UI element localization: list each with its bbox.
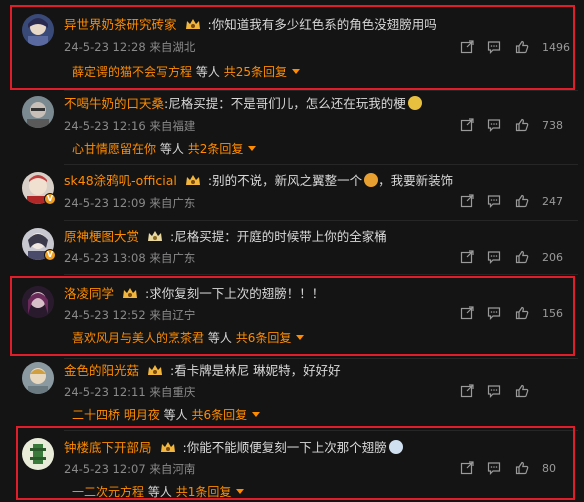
emoji-icon	[407, 96, 422, 110]
comment-meta: 24-5-23 12:11 来自重庆	[64, 385, 195, 399]
share-icon[interactable]	[460, 250, 474, 264]
level-crown-icon	[148, 231, 162, 241]
comment-line: 原神梗图大赏 :尼格买提：开庭的时候带上你的全家桶	[64, 229, 387, 245]
comment-line: 不喝牛奶的口天桑:尼格买提：不是哥们儿，怎么还在玩我的梗	[64, 96, 422, 112]
comment-text-tail: ，我要新装饰	[378, 173, 454, 188]
comment-location: 来自广东	[149, 251, 196, 265]
username[interactable]: 原神梗图大赏	[64, 229, 139, 244]
comment-actions	[460, 384, 570, 400]
comment-icon[interactable]	[487, 194, 501, 208]
like-icon[interactable]	[515, 118, 529, 132]
username[interactable]: 金色的阳光菇	[64, 363, 139, 378]
comment-location: 来自重庆	[149, 385, 196, 399]
comment-icon[interactable]	[487, 384, 501, 398]
comment-meta: 24-5-23 13:08 来自广东	[64, 251, 195, 265]
comment-actions: 206	[460, 250, 570, 266]
highlight-box	[10, 276, 575, 356]
chevron-down-icon[interactable]	[252, 412, 261, 417]
like-count: 206	[542, 251, 563, 264]
reply-count[interactable]: 共2条回复	[188, 142, 244, 156]
comment-line: 金色的阳光菇 :看卡牌是林尼 琳妮特，好好好	[64, 363, 341, 379]
comment-icon[interactable]	[487, 250, 501, 264]
username[interactable]: 不喝牛奶的口天桑	[64, 96, 164, 111]
like-count: 738	[542, 119, 563, 132]
avatar[interactable]	[22, 96, 54, 128]
comment-actions: 247	[460, 194, 570, 210]
reply-mid: 等人	[163, 408, 188, 422]
like-count: 247	[542, 195, 563, 208]
verified-badge-icon: V	[44, 249, 56, 261]
verified-badge-icon: V	[44, 193, 56, 205]
level-crown-icon	[185, 175, 200, 185]
comment-date: 24-5-23 12:11	[64, 385, 146, 399]
avatar[interactable]	[22, 362, 54, 394]
comment-date: 24-5-23 12:09	[64, 196, 146, 210]
divider	[64, 220, 578, 221]
comment-icon[interactable]	[487, 118, 501, 132]
comment-text: :尼格买提：不是哥们儿，怎么还在玩我的梗	[164, 96, 406, 111]
comment-location: 来自广东	[149, 196, 196, 210]
like-icon[interactable]	[515, 250, 529, 264]
comment-meta: 24-5-23 12:16 来自福建	[64, 119, 195, 133]
comment-date: 24-5-23 13:08	[64, 251, 146, 265]
reply-summary[interactable]: 心甘情愿留在你 等人 共2条回复	[72, 141, 257, 157]
reply-names[interactable]: 心甘情愿留在你	[72, 142, 156, 156]
username[interactable]: sk48涂鸦叽-official	[64, 173, 177, 188]
highlight-box	[16, 426, 575, 500]
share-icon[interactable]	[460, 194, 474, 208]
reply-count[interactable]: 共6条回复	[192, 408, 248, 422]
reply-mid: 等人	[159, 142, 184, 156]
comment-actions: 738	[460, 118, 570, 134]
like-icon[interactable]	[515, 194, 529, 208]
divider	[64, 164, 578, 165]
comment-line: sk48涂鸦叽-official :别的不说，新风之翼整一个 ，我要新装饰	[64, 173, 453, 189]
reply-summary[interactable]: 二十四桥 明月夜 等人 共6条回复	[72, 407, 261, 423]
reply-names[interactable]: 二十四桥 明月夜	[72, 408, 160, 422]
highlight-box	[10, 5, 575, 90]
comment-meta: 24-5-23 12:09 来自广东	[64, 196, 195, 210]
chevron-down-icon[interactable]	[248, 146, 257, 151]
comment-text: :别的不说，新风之翼整一个	[207, 173, 363, 188]
comment-text: :尼格买提：开庭的时候带上你的全家桶	[169, 229, 387, 244]
divider	[64, 358, 578, 359]
level-crown-icon	[148, 365, 162, 375]
comment-date: 24-5-23 12:16	[64, 119, 146, 133]
divider	[64, 274, 578, 275]
emoji-icon	[364, 173, 379, 187]
comment-location: 来自福建	[149, 119, 196, 133]
comment-text: :看卡牌是林尼 琳妮特，好好好	[169, 363, 341, 378]
like-icon[interactable]	[515, 384, 529, 398]
share-icon[interactable]	[460, 118, 474, 132]
share-icon[interactable]	[460, 384, 474, 398]
divider	[64, 90, 578, 91]
